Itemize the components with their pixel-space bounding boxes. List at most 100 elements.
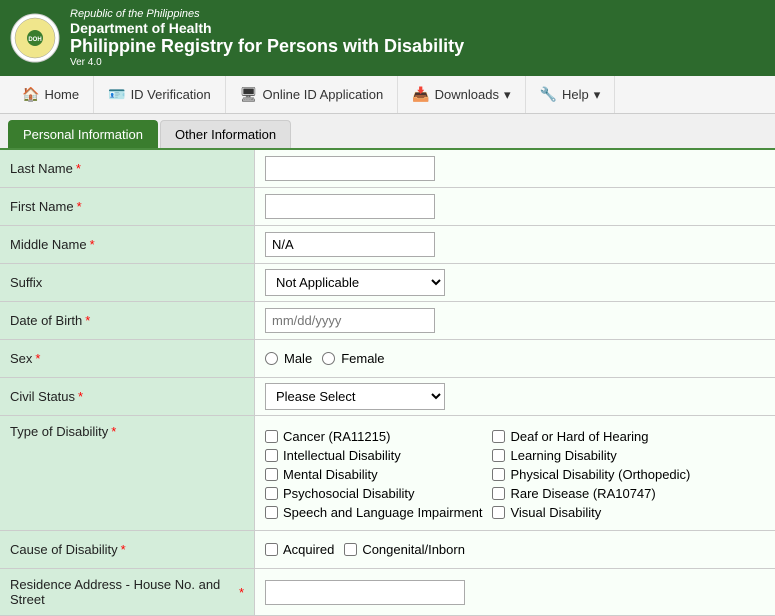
disability-type-required: * [111, 424, 116, 439]
disability-mental-checkbox[interactable] [265, 468, 278, 481]
residence-address-label: Residence Address - House No. and Street… [0, 569, 255, 615]
suffix-field: Not Applicable Jr. Sr. II III IV [255, 264, 775, 301]
home-icon: 🏠 [22, 86, 39, 103]
version-label: Ver 4.0 [70, 57, 464, 68]
form-container: Last Name * First Name * Middle Name * S… [0, 150, 775, 616]
disability-cancer-checkbox[interactable] [265, 430, 278, 443]
cause-acquired-checkbox[interactable] [265, 543, 278, 556]
disability-speech: Speech and Language Impairment [265, 505, 482, 520]
disability-rare: Rare Disease (RA10747) [492, 486, 709, 501]
nav-online-id-label: Online ID Application [263, 87, 384, 102]
civil-status-label: Civil Status * [0, 378, 255, 415]
id-verification-icon: 🪪 [108, 86, 125, 103]
online-id-icon: 🖥 [240, 86, 258, 103]
downloads-dropdown-icon: ▾ [504, 87, 511, 103]
department-label: Department of Health [70, 20, 464, 36]
svg-text:DOH: DOH [28, 37, 41, 43]
nav-id-verification[interactable]: 🪪 ID Verification [94, 76, 226, 113]
sex-radio-group: Male Female [265, 351, 385, 366]
disability-deaf: Deaf or Hard of Hearing [492, 429, 709, 444]
sex-male-label[interactable]: Male [265, 351, 312, 366]
disability-cancer: Cancer (RA11215) [265, 429, 482, 444]
cause-of-disability-field: Acquired Congenital/Inborn [255, 531, 775, 568]
tab-personal-information[interactable]: Personal Information [8, 120, 158, 148]
first-name-field [255, 188, 775, 225]
civil-status-row: Civil Status * Please Select Single Marr… [0, 378, 775, 416]
sex-required: * [35, 351, 40, 366]
nav-help[interactable]: 🔧 Help ▾ [526, 76, 616, 113]
cause-of-disability-label: Cause of Disability * [0, 531, 255, 568]
nav-downloads-label: Downloads [435, 87, 499, 102]
disability-deaf-checkbox[interactable] [492, 430, 505, 443]
disability-visual: Visual Disability [492, 505, 709, 520]
republic-label: Republic of the Philippines [70, 8, 464, 20]
cause-of-disability-row: Cause of Disability * Acquired Congenita… [0, 531, 775, 569]
cause-acquired: Acquired [265, 542, 334, 557]
cause-congenital-checkbox[interactable] [344, 543, 357, 556]
doh-logo: DOH [10, 13, 60, 63]
nav-downloads[interactable]: 📥 Downloads ▾ [398, 76, 525, 113]
sex-female-radio[interactable] [322, 352, 335, 365]
disability-type-label: Type of Disability * [0, 416, 255, 530]
disability-visual-checkbox[interactable] [492, 506, 505, 519]
disability-type-row: Type of Disability * Cancer (RA11215) De… [0, 416, 775, 531]
cause-checkbox-group: Acquired Congenital/Inborn [265, 542, 465, 557]
civil-status-required: * [78, 389, 83, 404]
first-name-label: First Name * [0, 188, 255, 225]
nav-online-id[interactable]: 🖥 Online ID Application [226, 76, 398, 113]
civil-status-select[interactable]: Please Select Single Married Widowed Sep… [265, 383, 445, 410]
last-name-row: Last Name * [0, 150, 775, 188]
last-name-input[interactable] [265, 156, 435, 181]
disability-speech-checkbox[interactable] [265, 506, 278, 519]
sex-row: Sex * Male Female [0, 340, 775, 378]
disability-psychosocial: Psychosocial Disability [265, 486, 482, 501]
disability-psychosocial-checkbox[interactable] [265, 487, 278, 500]
disability-physical: Physical Disability (Orthopedic) [492, 467, 709, 482]
last-name-field [255, 150, 775, 187]
navbar: 🏠 Home 🪪 ID Verification 🖥 Online ID App… [0, 76, 775, 114]
disability-intellectual-checkbox[interactable] [265, 449, 278, 462]
sex-label: Sex * [0, 340, 255, 377]
middle-name-field [255, 226, 775, 263]
last-name-label: Last Name * [0, 150, 255, 187]
dob-field [255, 302, 775, 339]
disability-type-field: Cancer (RA11215) Deaf or Hard of Hearing… [255, 416, 775, 530]
header-text: Republic of the Philippines Department o… [70, 8, 464, 68]
suffix-row: Suffix Not Applicable Jr. Sr. II III IV [0, 264, 775, 302]
residence-required: * [239, 585, 244, 600]
nav-help-label: Help [562, 87, 589, 102]
sex-field: Male Female [255, 340, 775, 377]
cause-required: * [121, 542, 126, 557]
nav-home-label: Home [44, 87, 79, 102]
registry-label: Philippine Registry for Persons with Dis… [70, 36, 464, 57]
disability-rare-checkbox[interactable] [492, 487, 505, 500]
residence-address-field [255, 569, 775, 615]
civil-status-field: Please Select Single Married Widowed Sep… [255, 378, 775, 415]
last-name-required: * [76, 161, 81, 176]
tab-other-information[interactable]: Other Information [160, 120, 291, 148]
nav-home[interactable]: 🏠 Home [8, 76, 94, 113]
first-name-required: * [77, 199, 82, 214]
suffix-select[interactable]: Not Applicable Jr. Sr. II III IV [265, 269, 445, 296]
suffix-label: Suffix [0, 264, 255, 301]
first-name-row: First Name * [0, 188, 775, 226]
residence-address-row: Residence Address - House No. and Street… [0, 569, 775, 616]
help-dropdown-icon: ▾ [594, 87, 601, 103]
first-name-input[interactable] [265, 194, 435, 219]
sex-male-radio[interactable] [265, 352, 278, 365]
cause-congenital: Congenital/Inborn [344, 542, 465, 557]
disability-checkbox-grid: Cancer (RA11215) Deaf or Hard of Hearing… [265, 424, 710, 525]
disability-learning-checkbox[interactable] [492, 449, 505, 462]
dob-label: Date of Birth * [0, 302, 255, 339]
downloads-icon: 📥 [412, 86, 429, 103]
sex-female-label[interactable]: Female [322, 351, 384, 366]
residence-address-input[interactable] [265, 580, 465, 605]
disability-mental: Mental Disability [265, 467, 482, 482]
nav-id-verification-label: ID Verification [131, 87, 211, 102]
disability-intellectual: Intellectual Disability [265, 448, 482, 463]
dob-row: Date of Birth * [0, 302, 775, 340]
middle-name-required: * [90, 237, 95, 252]
disability-physical-checkbox[interactable] [492, 468, 505, 481]
middle-name-input[interactable] [265, 232, 435, 257]
dob-input[interactable] [265, 308, 435, 333]
